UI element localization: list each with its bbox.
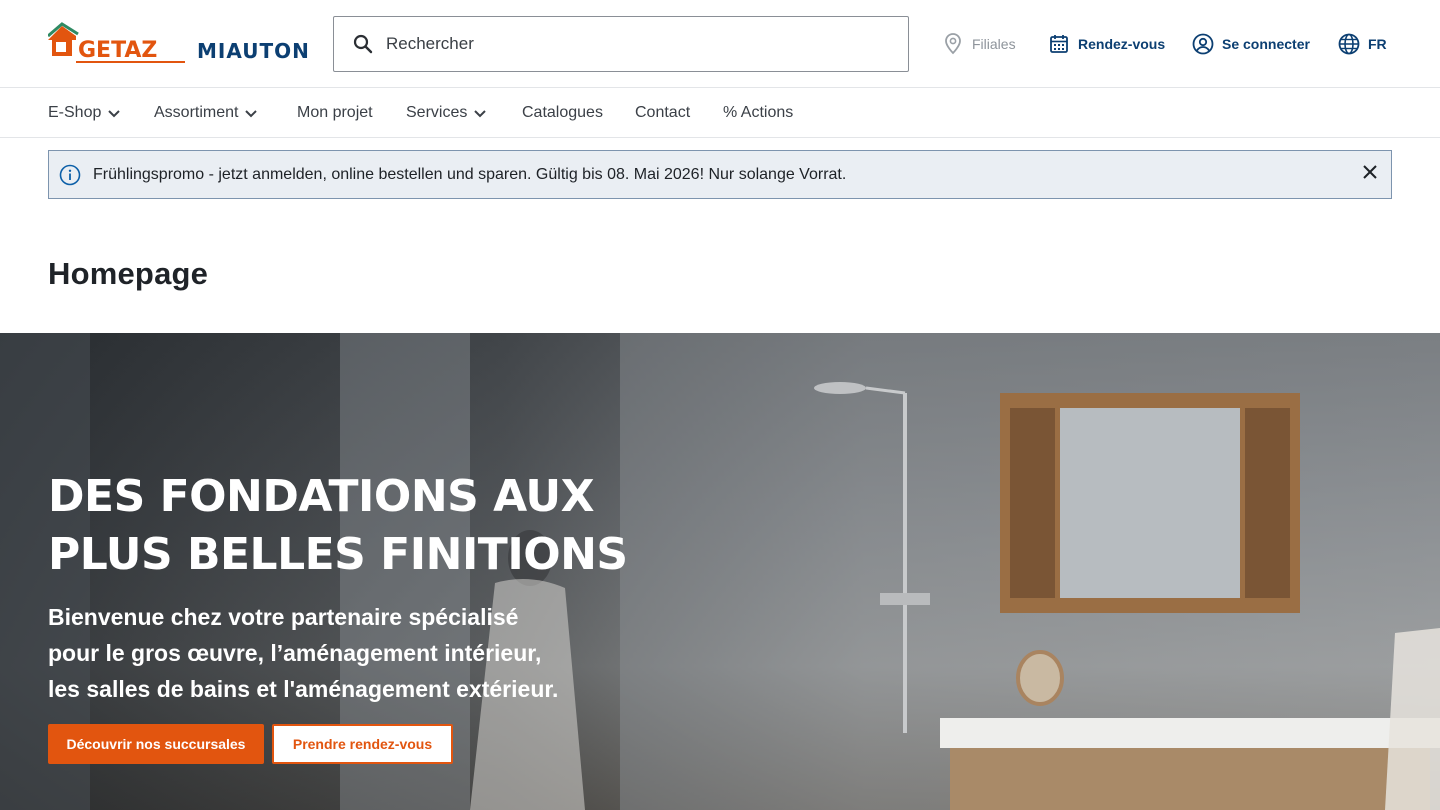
hero-title-line1: DES FONDATIONS AUX: [48, 471, 595, 522]
filiales-label: Filiales: [972, 36, 1016, 52]
hero-subtitle-line1: Bienvenue chez votre partenaire spéciali…: [48, 604, 519, 630]
nav-item-label: Assortiment: [154, 104, 239, 121]
nav-item-services[interactable]: Services: [406, 89, 487, 137]
discover-branches-button[interactable]: Découvrir nos succursales: [48, 724, 264, 764]
globe-icon: [1338, 33, 1360, 55]
book-appointment-button[interactable]: Prendre rendez-vous: [272, 724, 453, 764]
chevron-down-icon: [107, 106, 121, 120]
logo-miauton-text: MIAUTON: [197, 39, 310, 63]
calendar-icon: [1048, 33, 1070, 55]
nav-item-mon-projet[interactable]: Mon projet: [297, 89, 373, 137]
logo-getaz-text: GETAZ: [78, 38, 157, 63]
chevron-down-icon: [244, 106, 258, 120]
promo-banner: Frühlingspromo - jetzt anmelden, online …: [48, 150, 1392, 199]
language-selector[interactable]: FR: [1338, 31, 1387, 57]
nav-item-label: Contact: [635, 104, 691, 121]
info-icon: [59, 164, 81, 186]
search-icon[interactable]: [352, 33, 374, 55]
nav-item-assortiment[interactable]: Assortiment: [154, 89, 258, 137]
nav-item-label: E-Shop: [48, 104, 102, 121]
login-label: Se connecter: [1222, 36, 1310, 52]
nav-item-label: Services: [406, 104, 468, 121]
close-icon[interactable]: [1359, 161, 1381, 183]
search-box[interactable]: [333, 16, 909, 72]
nav-item-label: Catalogues: [522, 104, 603, 121]
nav-item-catalogues[interactable]: Catalogues: [522, 89, 603, 137]
hero-subtitle: Bienvenue chez votre partenaire spéciali…: [48, 599, 608, 707]
user-icon: [1192, 33, 1214, 55]
nav-item-contact[interactable]: Contact: [635, 89, 690, 137]
login-link[interactable]: Se connecter: [1192, 31, 1310, 57]
rendezvous-link[interactable]: Rendez-vous: [1048, 31, 1165, 57]
company-logo[interactable]: GETAZ MIAUTON: [48, 22, 312, 66]
filiales-link[interactable]: Filiales: [942, 31, 1016, 57]
nav-item-eshop[interactable]: E-Shop: [48, 89, 121, 137]
rendezvous-label: Rendez-vous: [1078, 36, 1166, 52]
nav-item-label: % Actions: [723, 104, 794, 121]
main-navigation: E-Shop Assortiment Mon projet Services C…: [0, 89, 1440, 138]
page-title: Homepage: [48, 256, 209, 291]
hero-title: DES FONDATIONS AUX PLUS BELLES FINITIONS: [48, 468, 688, 584]
site-header: GETAZ MIAUTON Filiales Rendez-vous Se co…: [0, 0, 1440, 88]
language-label: FR: [1368, 36, 1387, 52]
nav-item-label: Mon projet: [297, 104, 373, 121]
location-pin-icon: [942, 33, 964, 55]
hero-banner: DES FONDATIONS AUX PLUS BELLES FINITIONS…: [0, 333, 1440, 810]
hero-subtitle-line2: pour le gros œuvre, l’aménagement intéri…: [48, 640, 542, 666]
search-input[interactable]: [386, 34, 886, 54]
chevron-down-icon: [473, 106, 487, 120]
hero-subtitle-line3: les salles de bains et l'aménagement ext…: [48, 676, 559, 702]
nav-item-actions[interactable]: % Actions: [723, 89, 793, 137]
hero-title-line2: PLUS BELLES FINITIONS: [48, 529, 628, 580]
promo-message: Frühlingspromo - jetzt anmelden, online …: [93, 165, 847, 183]
